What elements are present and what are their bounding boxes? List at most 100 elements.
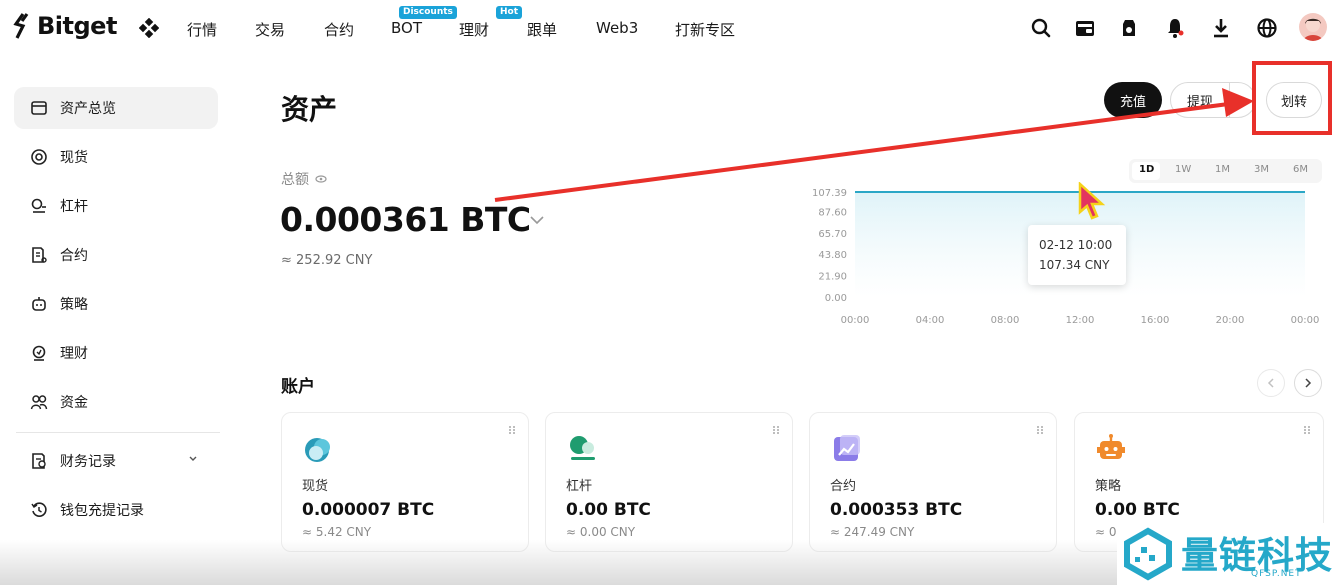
- wallet-icon[interactable]: [1073, 16, 1097, 40]
- eye-icon[interactable]: [315, 175, 327, 183]
- bitget-logo-icon: [13, 13, 29, 39]
- margin-account-icon: [570, 436, 595, 460]
- nav-web3[interactable]: Web3: [596, 19, 638, 37]
- nav-launchpad[interactable]: 打新专区: [675, 19, 735, 40]
- sidebar-item-financial-records[interactable]: 财务记录: [14, 440, 218, 482]
- sidebar-divider: [16, 432, 220, 433]
- sidebar-item-futures[interactable]: 合约: [14, 234, 218, 276]
- asset-overview-icon: [31, 101, 47, 115]
- y-tick-label: 87.60: [818, 207, 847, 218]
- drag-handle-icon[interactable]: [1303, 425, 1311, 435]
- nav-markets[interactable]: 行情: [187, 19, 217, 40]
- range-tab-1w[interactable]: 1W: [1175, 164, 1191, 175]
- nav-futures[interactable]: 合约: [324, 19, 354, 40]
- watermark-logo-icon: [1124, 527, 1172, 581]
- account-card-name: 杠杆: [566, 479, 593, 494]
- nav-earn-badge: Hot: [496, 6, 523, 19]
- account-card-cny: ≈ 247.49 CNY: [830, 525, 915, 539]
- strategy-account-icon: [1097, 434, 1125, 459]
- deposit-button[interactable]: 充值: [1104, 82, 1162, 118]
- brand-name: Bitget: [37, 12, 117, 40]
- margin-icon: [31, 198, 46, 213]
- globe-icon[interactable]: [1255, 16, 1279, 40]
- search-icon[interactable]: [1029, 16, 1053, 40]
- sidebar-item-wallet-history[interactable]: 钱包充提记录: [14, 489, 218, 531]
- range-tab-1m[interactable]: 1M: [1215, 164, 1230, 175]
- account-card-futures[interactable]: 合约 0.000353 BTC ≈ 247.49 CNY: [809, 412, 1057, 552]
- sidebar-item-label: 杠杆: [60, 199, 88, 215]
- account-card-value: 0.00 BTC: [1095, 500, 1180, 520]
- withdraw-button[interactable]: 提现: [1170, 82, 1256, 118]
- nav-trade[interactable]: 交易: [255, 19, 285, 40]
- drag-handle-icon[interactable]: [508, 425, 516, 435]
- y-tick-label: 0.00: [825, 293, 847, 304]
- account-card-value: 0.000007 BTC: [302, 500, 435, 520]
- apps-grid-icon[interactable]: [139, 18, 159, 38]
- nav-bot-badge: Discounts: [399, 6, 457, 19]
- sidebar-item-label: 策略: [60, 297, 88, 313]
- y-tick-label: 65.70: [818, 229, 847, 240]
- spot-icon: [31, 149, 47, 165]
- drag-handle-icon[interactable]: [772, 425, 780, 435]
- spot-account-icon: [305, 438, 330, 462]
- sidebar-item-spot[interactable]: 现货: [14, 136, 218, 178]
- y-tick-label: 43.80: [818, 250, 847, 261]
- withdraw-dropdown-icon[interactable]: [1237, 98, 1245, 103]
- sidebar-item-label: 合约: [60, 248, 88, 264]
- account-card-margin[interactable]: 杠杆 0.00 BTC ≈ 0.00 CNY: [545, 412, 793, 552]
- accounts-title: 账户: [281, 377, 315, 397]
- mouse-cursor-icon: [1078, 182, 1106, 220]
- range-tab-3m[interactable]: 3M: [1254, 164, 1269, 175]
- earn-icon: [32, 345, 46, 361]
- nav-earn[interactable]: 理财: [459, 19, 489, 40]
- sidebar-item-asset-overview[interactable]: 资产总览: [14, 87, 218, 129]
- account-card-name: 现货: [302, 479, 329, 494]
- account-card-value: 0.000353 BTC: [830, 500, 963, 520]
- sidebar-item-margin[interactable]: 杠杆: [14, 185, 218, 227]
- sidebar-item-strategy[interactable]: 策略: [14, 283, 218, 325]
- chart-tooltip: 02-12 10:00 107.34 CNY: [1028, 225, 1126, 285]
- chevron-down-icon[interactable]: [529, 215, 545, 225]
- nav-bot[interactable]: BOT: [391, 19, 422, 37]
- y-tick-label: 107.39: [812, 188, 847, 199]
- x-tick-label: 12:00: [1066, 315, 1095, 326]
- nav-copy-trading[interactable]: 跟单: [527, 19, 557, 40]
- account-card-name: 合约: [830, 479, 857, 494]
- prev-page-button[interactable]: [1257, 369, 1285, 397]
- range-tab-6m[interactable]: 6M: [1293, 164, 1308, 175]
- account-card-cny: ≈ 0.00 CNY: [566, 525, 636, 539]
- chevron-down-icon[interactable]: [188, 454, 198, 464]
- sidebar-item-label: 现货: [60, 150, 88, 166]
- x-tick-label: 20:00: [1216, 315, 1245, 326]
- strategy-icon: [32, 297, 46, 311]
- x-tick-label: 08:00: [991, 315, 1020, 326]
- bitget-logo[interactable]: Bitget: [13, 12, 117, 40]
- account-card-spot[interactable]: 现货 0.000007 BTC ≈ 5.42 CNY: [281, 412, 529, 552]
- bell-icon[interactable]: [1163, 16, 1187, 40]
- watermark-sub: QFSP.NET: [1251, 569, 1302, 579]
- total-label-text: 总额: [281, 172, 309, 188]
- sidebar-item-label: 资产总览: [60, 101, 116, 117]
- user-avatar[interactable]: [1299, 13, 1327, 41]
- range-tab-1d[interactable]: 1D: [1139, 164, 1154, 175]
- funding-icon: [30, 395, 48, 410]
- chevron-right-icon: [1305, 378, 1312, 388]
- sidebar-item-label: 钱包充提记录: [60, 503, 144, 519]
- watermark: 量链科技 QFSP.NET: [1117, 523, 1339, 585]
- account-card-name: 策略: [1095, 479, 1122, 494]
- avatar-icon: [1303, 18, 1323, 41]
- sidebar-item-funding[interactable]: 资金: [14, 381, 218, 423]
- history-icon: [31, 502, 47, 517]
- drag-handle-icon[interactable]: [1036, 425, 1044, 435]
- total-balance-cny: ≈ 252.92 CNY: [281, 253, 373, 268]
- top-navbar: Bitget 行情 交易 合约 BOT Discounts 理财 Hot 跟单 …: [0, 0, 1339, 56]
- highlight-box: [1252, 61, 1332, 135]
- next-page-button[interactable]: [1294, 369, 1322, 397]
- futures-icon: [32, 247, 47, 263]
- sidebar-item-earn[interactable]: 理财: [14, 332, 218, 374]
- futures-account-icon: [834, 435, 860, 461]
- download-icon[interactable]: [1209, 16, 1233, 40]
- tooltip-value: 107.34 CNY: [1039, 258, 1110, 272]
- chevron-left-icon: [1267, 378, 1274, 388]
- rewards-icon[interactable]: [1117, 16, 1141, 40]
